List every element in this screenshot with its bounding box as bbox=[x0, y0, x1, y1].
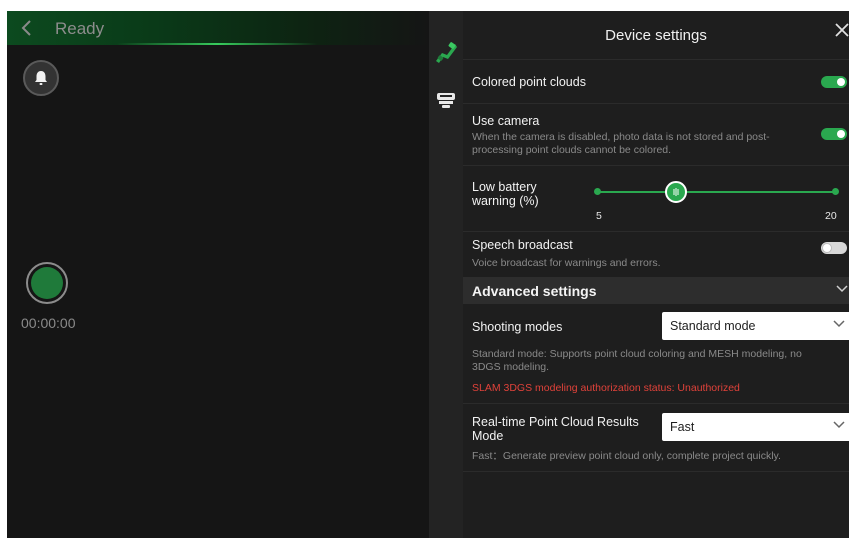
realtime-mode-label: Real-time Point Cloud Results Mode bbox=[472, 415, 639, 443]
panel-title: Device settings bbox=[605, 27, 707, 44]
shooting-modes-value: Standard mode bbox=[670, 319, 756, 333]
shooting-modes-description: Standard mode: Supports point cloud colo… bbox=[472, 348, 802, 373]
record-button[interactable] bbox=[26, 262, 68, 304]
use-camera-label: Use camera bbox=[472, 114, 540, 128]
chevron-left-icon bbox=[21, 20, 31, 36]
chevron-down-icon bbox=[835, 282, 849, 299]
top-bar: Ready bbox=[7, 11, 429, 45]
top-bar-glow bbox=[117, 43, 317, 45]
realtime-mode-description: Fast：Generate preview point cloud only, … bbox=[472, 450, 781, 462]
notification-button[interactable] bbox=[23, 60, 59, 96]
grip-icon bbox=[673, 188, 679, 196]
device-settings-panel: Device settings Colored point clouds Use… bbox=[463, 11, 849, 538]
bell-icon bbox=[35, 71, 47, 85]
speech-broadcast-row: Speech broadcast Voice broadcast for war… bbox=[463, 231, 849, 277]
speech-broadcast-label: Speech broadcast bbox=[472, 238, 573, 252]
status-text: Ready bbox=[55, 19, 105, 38]
scanner-icon bbox=[436, 42, 457, 63]
use-camera-description: When the camera is disabled, photo data … bbox=[472, 131, 770, 156]
realtime-mode-row: Real-time Point Cloud Results Mode Fast … bbox=[463, 403, 849, 471]
device-icon bbox=[437, 93, 455, 108]
shooting-modes-label: Shooting modes bbox=[472, 320, 563, 334]
slider-max-label: 20 bbox=[825, 210, 837, 222]
chevron-down-icon bbox=[832, 317, 846, 334]
colored-point-clouds-label: Colored point clouds bbox=[472, 75, 586, 89]
camera-view: Ready 00:00:00 bbox=[7, 11, 429, 538]
divider bbox=[463, 471, 849, 472]
colored-point-clouds-toggle[interactable] bbox=[821, 76, 847, 88]
icon-rail bbox=[429, 11, 463, 538]
app-window: Ready 00:00:00 Device settings Colored p… bbox=[7, 11, 849, 538]
record-icon bbox=[31, 267, 63, 299]
slider-min-dot bbox=[594, 188, 601, 195]
low-battery-label: Low battery warning (%) bbox=[472, 180, 539, 208]
device-tab[interactable] bbox=[429, 87, 463, 115]
close-icon bbox=[835, 23, 849, 37]
use-camera-row: Use camera When the camera is disabled, … bbox=[463, 103, 849, 165]
shooting-modes-row: Shooting modes Standard mode Standard mo… bbox=[463, 304, 849, 403]
slider-min-label: 5 bbox=[596, 210, 602, 222]
back-button[interactable] bbox=[17, 18, 37, 38]
low-battery-row: Low battery warning (%) bbox=[463, 165, 849, 235]
realtime-mode-dropdown[interactable]: Fast bbox=[662, 413, 849, 441]
use-camera-toggle[interactable] bbox=[821, 128, 847, 140]
shooting-modes-dropdown[interactable]: Standard mode bbox=[662, 312, 849, 340]
scanner-tab[interactable] bbox=[429, 35, 463, 69]
slider-max-dot bbox=[832, 188, 839, 195]
colored-point-clouds-row: Colored point clouds bbox=[463, 59, 849, 103]
recording-timer: 00:00:00 bbox=[21, 315, 76, 331]
speech-broadcast-toggle[interactable] bbox=[821, 242, 847, 254]
speech-broadcast-description: Voice broadcast for warnings and errors. bbox=[472, 257, 661, 269]
advanced-settings-title: Advanced settings bbox=[472, 283, 597, 299]
advanced-settings-header[interactable]: Advanced settings bbox=[463, 277, 849, 304]
close-button[interactable] bbox=[835, 21, 849, 41]
authorization-status: SLAM 3DGS modeling authorization status:… bbox=[472, 382, 740, 394]
realtime-mode-value: Fast bbox=[670, 420, 695, 434]
chevron-down-icon bbox=[832, 418, 846, 435]
battery-slider-track[interactable] bbox=[597, 191, 835, 193]
